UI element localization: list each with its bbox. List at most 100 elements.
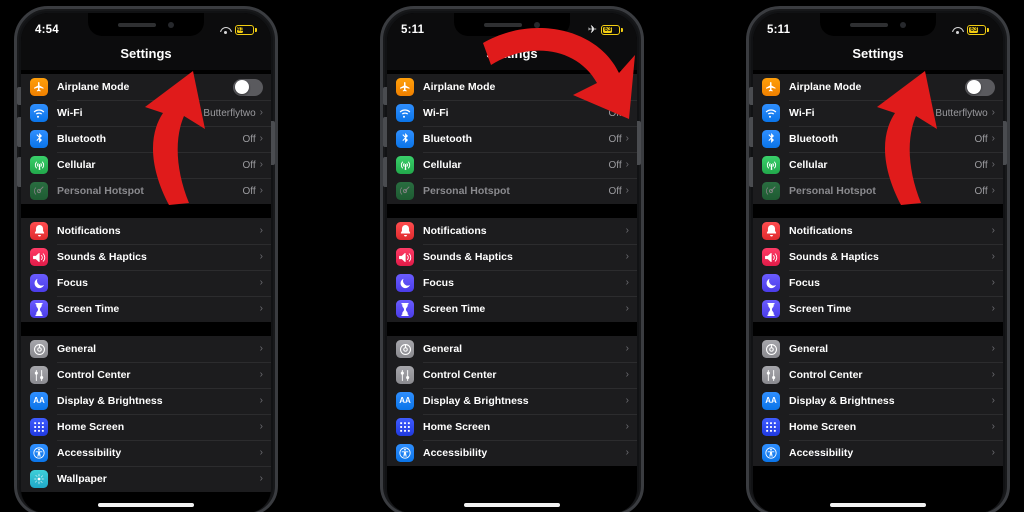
settings-row-display-brightness[interactable]: AA Display & Brightness › <box>753 388 1003 414</box>
phone-screen: 4:54 41 Settings Airplane Mode Wi-Fi Butterfl… <box>21 13 271 512</box>
wifi-icon <box>762 104 780 122</box>
chevron-right-icon: › <box>991 251 995 262</box>
airplane-mode-toggle[interactable] <box>599 78 629 96</box>
settings-list[interactable]: Airplane Mode Wi-Fi Off › Bluetooth Off › Cellu… <box>387 74 637 466</box>
toggle-knob <box>613 80 628 94</box>
row-label: Home Screen <box>57 421 125 433</box>
settings-row-personal-hotspot[interactable]: Personal Hotspot Off › <box>753 178 1003 204</box>
settings-row-bluetooth[interactable]: Bluetooth Off › <box>21 126 271 152</box>
settings-row-wi-fi[interactable]: Wi-Fi Butterflytwo › <box>21 100 271 126</box>
settings-row-focus[interactable]: Focus › <box>753 270 1003 296</box>
earpiece-speaker <box>850 22 888 27</box>
notch <box>454 13 570 36</box>
settings-row-notifications[interactable]: Notifications › <box>21 218 271 244</box>
settings-row-display-brightness[interactable]: AA Display & Brightness › <box>21 388 271 414</box>
settings-row-personal-hotspot[interactable]: Personal Hotspot Off › <box>387 178 637 204</box>
settings-row-airplane-mode[interactable]: Airplane Mode <box>387 74 637 100</box>
settings-row-control-center[interactable]: Control Center › <box>387 362 637 388</box>
settings-row-general[interactable]: General › <box>387 336 637 362</box>
settings-row-notifications[interactable]: Notifications › <box>753 218 1003 244</box>
settings-row-screen-time[interactable]: Screen Time › <box>387 296 637 322</box>
power-button[interactable] <box>637 121 641 165</box>
row-label: Screen Time <box>423 303 486 315</box>
settings-row-general[interactable]: General › <box>753 336 1003 362</box>
sounds-icon <box>762 248 780 266</box>
chevron-right-icon: › <box>259 159 263 170</box>
power-button[interactable] <box>271 121 275 165</box>
row-label: Control Center <box>423 369 497 381</box>
settings-row-focus[interactable]: Focus › <box>387 270 637 296</box>
battery-fill: 63 <box>603 26 613 33</box>
settings-row-cellular[interactable]: Cellular Off › <box>753 152 1003 178</box>
row-value: Off <box>974 185 988 197</box>
settings-row-screen-time[interactable]: Screen Time › <box>753 296 1003 322</box>
bluetooth-icon <box>30 130 48 148</box>
settings-row-bluetooth[interactable]: Bluetooth Off › <box>753 126 1003 152</box>
chevron-right-icon: › <box>991 421 995 432</box>
front-camera <box>534 21 540 28</box>
chevron-right-icon: › <box>991 369 995 380</box>
settings-list[interactable]: Airplane Mode Wi-Fi Butterflytwo › Bluetooth… <box>753 74 1003 466</box>
settings-row-accessibility[interactable]: Accessibility › <box>21 440 271 466</box>
phone-bezel: 5:11 ✈ 63 Settings Airplane Mode Wi-Fi Off › Blu… <box>380 6 644 512</box>
settings-row-wallpaper[interactable]: Wallpaper › <box>21 466 271 492</box>
airplane-mode-toggle[interactable] <box>233 78 263 96</box>
chevron-right-icon: › <box>625 303 629 314</box>
row-value: Off <box>242 159 256 171</box>
settings-row-bluetooth[interactable]: Bluetooth Off › <box>387 126 637 152</box>
home-indicator[interactable] <box>830 503 926 507</box>
screenshot-stage: 4:54 41 Settings Airplane Mode Wi-Fi Butterfl… <box>0 0 1024 512</box>
battery-icon: 63 <box>967 25 989 35</box>
settings-row-cellular[interactable]: Cellular Off › <box>387 152 637 178</box>
settings-row-notifications[interactable]: Notifications › <box>387 218 637 244</box>
battery-icon: 63 <box>601 25 623 35</box>
home-indicator[interactable] <box>464 503 560 507</box>
wallpaper-icon <box>30 470 48 488</box>
settings-row-cellular[interactable]: Cellular Off › <box>21 152 271 178</box>
settings-row-wi-fi[interactable]: Wi-Fi Off › <box>387 100 637 126</box>
home-screen-icon <box>762 418 780 436</box>
settings-row-sounds-haptics[interactable]: Sounds & Haptics › <box>21 244 271 270</box>
settings-row-screen-time[interactable]: Screen Time › <box>21 296 271 322</box>
row-label: Wi-Fi <box>57 107 83 119</box>
chevron-right-icon: › <box>259 107 263 118</box>
power-button[interactable] <box>1003 121 1007 165</box>
settings-row-airplane-mode[interactable]: Airplane Mode <box>21 74 271 100</box>
home-indicator[interactable] <box>98 503 194 507</box>
settings-row-home-screen[interactable]: Home Screen › <box>387 414 637 440</box>
settings-row-sounds-haptics[interactable]: Sounds & Haptics › <box>753 244 1003 270</box>
row-label: Notifications <box>423 225 487 237</box>
phone-airplane-on-middle: 5:11 ✈ 63 Settings Airplane Mode Wi-Fi Off › Blu… <box>374 2 650 512</box>
settings-row-sounds-haptics[interactable]: Sounds & Haptics › <box>387 244 637 270</box>
settings-row-display-brightness[interactable]: AA Display & Brightness › <box>387 388 637 414</box>
general-icon <box>396 340 414 358</box>
display-icon: AA <box>30 392 48 410</box>
settings-row-control-center[interactable]: Control Center › <box>753 362 1003 388</box>
settings-row-home-screen[interactable]: Home Screen › <box>21 414 271 440</box>
settings-row-home-screen[interactable]: Home Screen › <box>753 414 1003 440</box>
row-label: Focus <box>423 277 454 289</box>
airplane-mode-toggle[interactable] <box>965 78 995 96</box>
battery-level-text: 41 <box>236 25 244 33</box>
phone-bezel: 4:54 41 Settings Airplane Mode Wi-Fi Butterfl… <box>14 6 278 512</box>
chevron-right-icon: › <box>259 277 263 288</box>
row-value: Off <box>608 159 622 171</box>
chevron-right-icon: › <box>625 159 629 170</box>
row-label: Wi-Fi <box>423 107 449 119</box>
settings-row-accessibility[interactable]: Accessibility › <box>753 440 1003 466</box>
settings-row-control-center[interactable]: Control Center › <box>21 362 271 388</box>
settings-row-accessibility[interactable]: Accessibility › <box>387 440 637 466</box>
settings-row-wi-fi[interactable]: Wi-Fi Butterflytwo › <box>753 100 1003 126</box>
settings-list[interactable]: Airplane Mode Wi-Fi Butterflytwo › Bluetooth… <box>21 74 271 492</box>
chevron-right-icon: › <box>625 251 629 262</box>
settings-row-general[interactable]: General › <box>21 336 271 362</box>
settings-row-focus[interactable]: Focus › <box>21 270 271 296</box>
chevron-right-icon: › <box>625 421 629 432</box>
settings-row-airplane-mode[interactable]: Airplane Mode <box>753 74 1003 100</box>
home-screen-icon <box>30 418 48 436</box>
status-bar-indicators: 41 <box>219 25 257 35</box>
chevron-right-icon: › <box>625 447 629 458</box>
settings-row-personal-hotspot[interactable]: Personal Hotspot Off › <box>21 178 271 204</box>
hotspot-icon <box>30 182 48 200</box>
row-label: Personal Hotspot <box>57 185 144 197</box>
